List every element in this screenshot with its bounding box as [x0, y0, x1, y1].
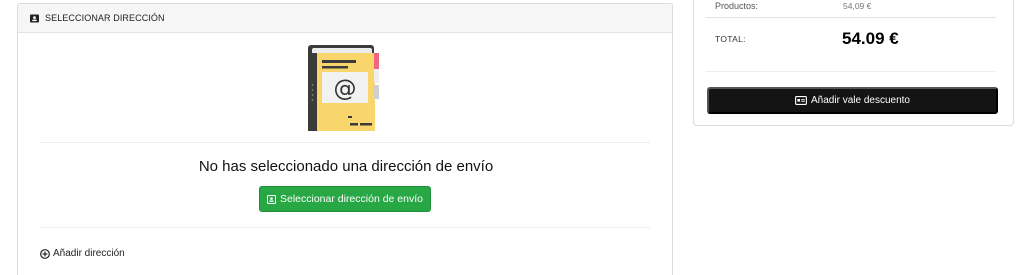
- order-summary-panel: Productos: 54,09 € TOTAL: 54.09 € Añadir…: [693, 0, 1014, 126]
- add-voucher-label: Añadir vale descuento: [811, 95, 910, 106]
- divider: [706, 71, 996, 72]
- select-shipping-address-button[interactable]: Seleccionar dirección de envío: [259, 186, 431, 212]
- add-voucher-button[interactable]: Añadir vale descuento: [707, 87, 998, 114]
- address-card-icon: [30, 14, 39, 23]
- add-address-label: Añadir dirección: [53, 248, 125, 259]
- address-panel-header: SELECCIONAR DIRECCIÓN: [18, 4, 672, 33]
- divider: [40, 227, 650, 228]
- products-label: Productos:: [715, 1, 759, 11]
- address-card-icon: [266, 194, 276, 204]
- plus-circle-icon: [40, 248, 50, 259]
- svg-text:@: @: [334, 76, 357, 102]
- no-address-message: No has seleccionado una dirección de env…: [198, 158, 494, 175]
- address-book-icon: @: [308, 45, 384, 131]
- address-panel: SELECCIONAR DIRECCIÓN @ No has seleccion…: [17, 3, 673, 275]
- divider: [40, 142, 650, 143]
- products-row: Productos: 54,09 €: [715, 1, 995, 11]
- divider: [706, 17, 996, 18]
- voucher-icon: [795, 96, 807, 105]
- total-label: TOTAL:: [715, 34, 746, 44]
- address-panel-title: SELECCIONAR DIRECCIÓN: [45, 13, 165, 23]
- add-address-link[interactable]: Añadir dirección: [40, 248, 125, 259]
- total-value: 54.09 €: [842, 29, 899, 48]
- select-shipping-address-label: Seleccionar dirección de envío: [279, 193, 423, 205]
- products-value: 54,09 €: [843, 1, 872, 11]
